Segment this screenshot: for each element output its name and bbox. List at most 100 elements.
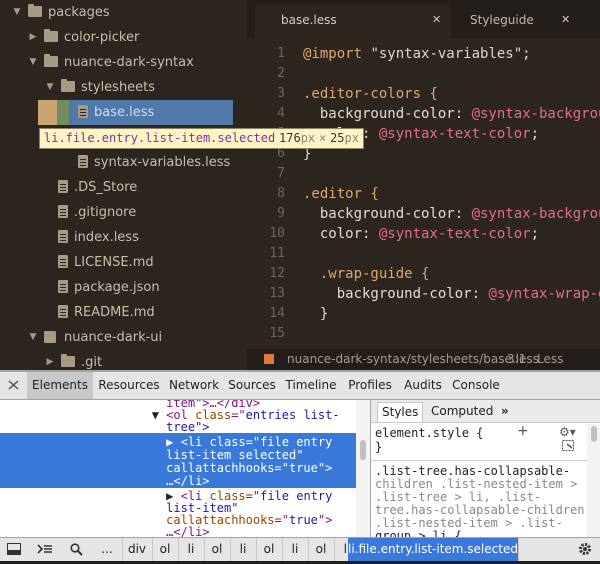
folder-icon [61, 79, 75, 92]
tree-item-label: color-picker [64, 30, 140, 45]
tab-elements[interactable]: Elements [27, 372, 93, 399]
breadcrumb-item[interactable]: div [122, 538, 153, 561]
tab-profiles[interactable]: Profiles [344, 372, 396, 399]
code-line[interactable]: background-color: @syntax-wrap-g [303, 284, 600, 304]
console-drawer-icon[interactable] [30, 538, 60, 561]
chevron-right-icon[interactable]: ▶ [45, 350, 55, 370]
tooltip-width: 176 [279, 131, 301, 145]
element-style-close: } [375, 440, 383, 454]
gear-icon[interactable]: ⚙▾ [559, 426, 576, 439]
scrollbar-thumb[interactable] [360, 440, 366, 460]
add-style-rule-icon[interactable]: + [517, 424, 529, 438]
tree-item[interactable]: LICENSE.md [0, 250, 247, 275]
folder-icon [44, 29, 58, 42]
close-icon[interactable]: ✕ [432, 4, 441, 36]
status-grammar[interactable]: Less [537, 349, 563, 370]
folder-icon [28, 4, 42, 17]
tree-item[interactable]: .gitignore [0, 200, 247, 225]
more-tabs-icon[interactable]: » [497, 402, 513, 421]
tree-view[interactable]: ▼ packages ▶ color-picker ▼ nuance-dark-synta… [0, 0, 247, 370]
tree-item-label: nuance-dark-ui [64, 330, 163, 345]
tree-item-label: README.md [74, 305, 155, 320]
tab-base-less[interactable]: base.less ✕ [255, 4, 451, 38]
element-style-rule[interactable]: element.style { [375, 427, 483, 440]
code-line[interactable]: } [303, 304, 328, 324]
style-rule-selector-line[interactable]: group > li { [375, 530, 462, 538]
tree-item[interactable]: ▼ packages [0, 0, 247, 25]
tree-item[interactable]: .DS_Store [0, 175, 247, 200]
tree-item[interactable]: ▼ nuance-dark-syntax [0, 50, 247, 75]
settings-gear-icon[interactable] [570, 538, 600, 561]
editor-pane[interactable]: base.less ✕ Styleguide ✕ 123456789101112… [247, 0, 600, 370]
tab-console[interactable]: Console [450, 372, 502, 399]
code-line[interactable]: .wrap-guide { [303, 264, 430, 284]
breadcrumb-item[interactable]: ol [256, 538, 283, 561]
tree-item[interactable]: ▼ stylesheets [0, 75, 247, 100]
line-number: 8 [277, 186, 285, 201]
dock-icon[interactable] [0, 538, 28, 561]
close-icon[interactable]: ✕ [561, 4, 570, 36]
elements-tree[interactable]: item">…</div> ▼ <ol class="entries list-… [0, 400, 356, 537]
tooltip-selector: li.file.entry.list-item.selected [44, 131, 276, 145]
breadcrumb-item[interactable]: ol [152, 538, 179, 561]
elements-scrollbar[interactable] [356, 400, 370, 537]
tree-item[interactable]: index.less [0, 225, 247, 250]
file-type-icon [264, 354, 274, 364]
breadcrumb-active[interactable]: li.file.entry.list-item.selected [348, 538, 519, 561]
dom-token: =" [274, 513, 289, 527]
code-line[interactable]: .editor-colors { [303, 84, 438, 104]
tree-item[interactable]: README.md [0, 300, 247, 325]
breadcrumb-item[interactable]: li [282, 538, 309, 561]
code-line[interactable]: @import "syntax-variables"; [303, 44, 531, 64]
styles-scrollbar[interactable] [587, 424, 600, 537]
tab-styles[interactable]: Styles [377, 402, 424, 422]
tab-sources[interactable]: Sources [226, 372, 278, 399]
code-token: background-color: [303, 206, 472, 222]
tab-resources[interactable]: Resources [96, 372, 162, 399]
tree-item[interactable]: syntax-variables.less [0, 150, 247, 175]
tab-styleguide[interactable]: Styleguide ✕ [459, 4, 600, 38]
dom-token: =" [231, 408, 246, 422]
code-line[interactable]: background-color: @syntax-backgrou [303, 204, 600, 224]
chevron-down-icon[interactable]: ▼ [28, 325, 38, 350]
dom-node-line[interactable]: …</li> [0, 525, 209, 537]
line-number: 9 [277, 206, 285, 221]
dom-token: =" [245, 489, 261, 503]
tab-audits[interactable]: Audits [402, 372, 444, 399]
styles-sidebar: Styles Computed » element.style { + ⚙▾ }… [370, 400, 600, 537]
dom-node-line[interactable]: tree"> [0, 420, 209, 434]
tree-item-selected[interactable]: base.less [0, 100, 247, 125]
chevron-down-icon[interactable]: ▼ [28, 50, 38, 75]
chevron-right-icon[interactable]: ▶ [28, 25, 38, 50]
tree-item[interactable]: ▶ .git [0, 350, 247, 370]
selected-element-row[interactable]: ▶ <li class="file entry list-item select… [0, 433, 356, 488]
search-icon[interactable] [62, 538, 90, 561]
tab-timeline[interactable]: Timeline [283, 372, 339, 399]
line-number: 3 [277, 86, 285, 101]
breadcrumb-item[interactable]: ol [204, 538, 231, 561]
code-line[interactable]: background-color: @syntax-backgrou [303, 104, 600, 124]
code-line[interactable]: color: @syntax-text-color; [303, 224, 539, 244]
breadcrumb-item[interactable]: li [230, 538, 257, 561]
breadcrumb-item[interactable]: li [178, 538, 205, 561]
tree-item[interactable]: package.json [0, 275, 247, 300]
breadcrumb-item[interactable]: ol [308, 538, 335, 561]
status-cursor-position[interactable]: 3:1 [507, 349, 526, 370]
code-area[interactable]: @import "syntax-variables"; .editor-color… [303, 38, 600, 350]
dom-token: entries list- [245, 408, 340, 422]
breadcrumb-item[interactable]: ... [92, 538, 123, 561]
close-devtools-icon[interactable] [7, 379, 20, 391]
code-line[interactable]: .editor { [303, 184, 379, 204]
tree-item[interactable]: ▶ color-picker [0, 25, 247, 50]
code-token: .editor { [303, 186, 379, 202]
code-token: .wrap-guide { [303, 266, 430, 282]
status-file-path[interactable]: nuance-dark-syntax/stylesheets/base.less [287, 349, 539, 370]
file-icon [58, 230, 68, 243]
tab-computed[interactable]: Computed [427, 402, 497, 421]
tree-item[interactable]: ▼ nuance-dark-ui [0, 325, 247, 350]
tab-network[interactable]: Network [166, 372, 222, 399]
chevron-down-icon[interactable]: ▼ [12, 0, 22, 25]
scrollbar-thumb[interactable] [591, 426, 597, 442]
code-token: background-color: [303, 106, 472, 122]
chevron-down-icon[interactable]: ▼ [45, 75, 55, 100]
